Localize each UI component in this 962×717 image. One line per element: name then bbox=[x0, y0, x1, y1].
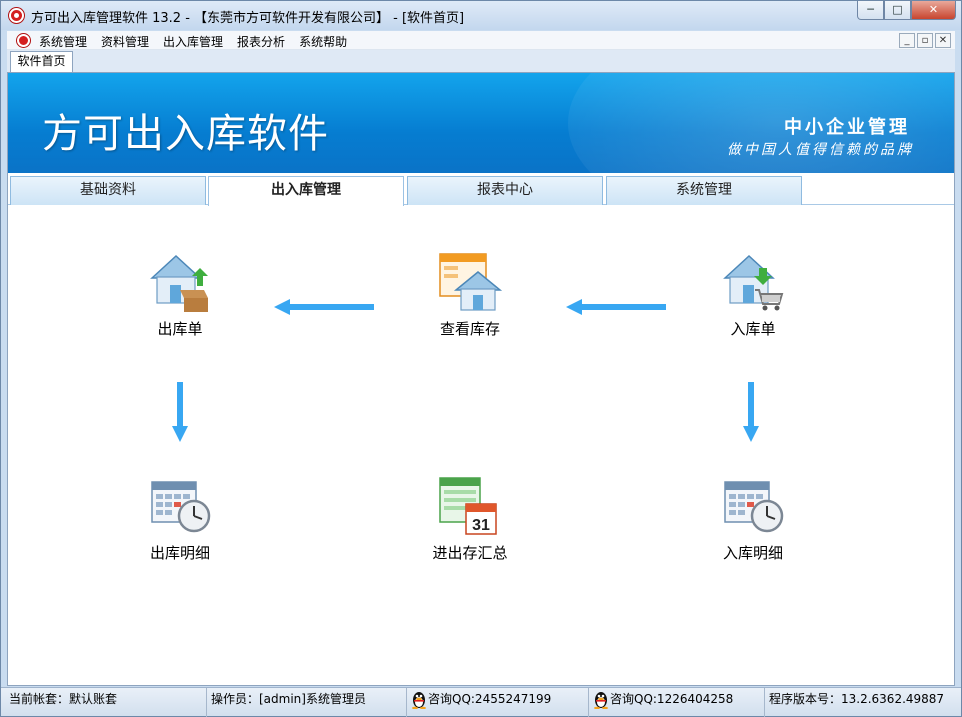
mdi-controls: _ ▫ ✕ bbox=[899, 33, 951, 48]
outbound-detail-label: 出库明细 bbox=[149, 544, 210, 562]
inbound-order-tile[interactable]: 入库单 bbox=[688, 250, 818, 339]
arrow-down-icon bbox=[172, 382, 188, 442]
workflow-area: 出库单 查看库存 入库单 出库明细 31 进出存汇总 入库明细 bbox=[8, 206, 954, 685]
menu-reports[interactable]: 报表分析 bbox=[237, 33, 285, 50]
inbound-detail-tile[interactable]: 入库明细 bbox=[688, 474, 818, 563]
status-operator: 操作员：[admin]系统管理员 bbox=[207, 688, 407, 717]
app-logo-icon bbox=[9, 8, 24, 23]
qq-penguin-icon bbox=[594, 691, 608, 709]
view-stock-label: 查看库存 bbox=[439, 320, 500, 338]
banner-title: 方可出入库软件 bbox=[42, 111, 329, 157]
inbound-order-label: 入库单 bbox=[730, 320, 776, 338]
qq-2-text: 咨询QQ:1226404258 bbox=[610, 692, 734, 706]
banner-slogan: 做中国人值得信赖的品牌 bbox=[727, 142, 914, 158]
status-qq-1[interactable]: 咨询QQ:2455247199 bbox=[407, 688, 589, 717]
calendar-31-icon: 31 bbox=[439, 477, 497, 535]
summary-label: 进出存汇总 bbox=[432, 544, 508, 562]
menu-bar: 系统管理 资料管理 出入库管理 报表分析 系统帮助 _ ▫ ✕ bbox=[7, 31, 955, 50]
view-stock-tile[interactable]: 查看库存 bbox=[405, 250, 535, 339]
mdi-minimize-button[interactable]: _ bbox=[899, 33, 915, 48]
summary-tile[interactable]: 31 进出存汇总 bbox=[405, 474, 535, 563]
house-cart-icon bbox=[723, 254, 784, 311]
home-page: 方可出入库软件 中小企业管理 做中国人值得信赖的品牌 基础资料 出入库管理 报表… bbox=[7, 72, 955, 686]
status-version: 程序版本号：13.2.6362.49887 bbox=[769, 692, 945, 706]
menu-help[interactable]: 系统帮助 bbox=[299, 33, 347, 50]
tab-report-center[interactable]: 报表中心 bbox=[407, 176, 603, 205]
banner: 方可出入库软件 中小企业管理 做中国人值得信赖的品牌 bbox=[8, 73, 954, 173]
arrow-left-icon bbox=[274, 299, 374, 315]
module-tabs: 基础资料 出入库管理 报表中心 系统管理 bbox=[8, 173, 954, 206]
window-house-icon bbox=[439, 253, 503, 311]
qq-penguin-icon bbox=[412, 691, 426, 709]
title-bar[interactable]: 方可出入库管理软件 13.2 - 【东莞市方可软件开发有限公司】 - [软件首页… bbox=[1, 1, 961, 30]
tab-system-management[interactable]: 系统管理 bbox=[606, 176, 802, 205]
qq-1-text: 咨询QQ:2455247199 bbox=[428, 692, 552, 706]
menu-inout[interactable]: 出入库管理 bbox=[163, 33, 223, 50]
outbound-order-tile[interactable]: 出库单 bbox=[115, 250, 245, 339]
status-account: 当前帐套：默认账套 bbox=[5, 688, 207, 717]
mdi-restore-button[interactable]: ▫ bbox=[917, 33, 933, 48]
tab-basic-data[interactable]: 基础资料 bbox=[10, 176, 206, 205]
tab-inout-management[interactable]: 出入库管理 bbox=[208, 176, 404, 206]
outbound-order-label: 出库单 bbox=[157, 320, 203, 338]
mdi-close-button[interactable]: ✕ bbox=[935, 33, 951, 48]
inbound-detail-label: 入库明细 bbox=[722, 544, 783, 562]
minimize-button[interactable]: ─ bbox=[857, 1, 884, 20]
house-box-icon bbox=[150, 254, 208, 312]
tab-home[interactable]: 软件首页 bbox=[10, 51, 73, 72]
close-button[interactable]: ✕ bbox=[911, 1, 956, 20]
menu-system[interactable]: 系统管理 bbox=[39, 33, 87, 50]
window-title: 方可出入库管理软件 13.2 - 【东莞市方可软件开发有限公司】 - [软件首页… bbox=[31, 11, 465, 26]
app-menu-icon[interactable] bbox=[17, 34, 30, 47]
arrow-left-icon bbox=[566, 299, 666, 315]
banner-subtitle: 中小企业管理 bbox=[784, 117, 910, 138]
maximize-button[interactable]: □ bbox=[884, 1, 911, 20]
status-bar: 当前帐套：默认账套 操作员：[admin]系统管理员 咨询QQ:24552471… bbox=[1, 687, 961, 717]
status-qq-2[interactable]: 咨询QQ:1226404258 bbox=[589, 688, 765, 717]
calendar-day-number: 31 bbox=[472, 517, 490, 534]
menu-data[interactable]: 资料管理 bbox=[101, 33, 149, 50]
document-tab-bar: 软件首页 bbox=[7, 50, 955, 72]
main-window: 方可出入库管理软件 13.2 - 【东莞市方可软件开发有限公司】 - [软件首页… bbox=[0, 0, 962, 717]
calendar-clock-icon bbox=[724, 481, 784, 533]
outbound-detail-tile[interactable]: 出库明细 bbox=[115, 474, 245, 563]
window-controls: ─ □ ✕ bbox=[857, 1, 956, 20]
arrow-down-icon bbox=[743, 382, 759, 442]
calendar-clock-icon bbox=[151, 481, 211, 533]
